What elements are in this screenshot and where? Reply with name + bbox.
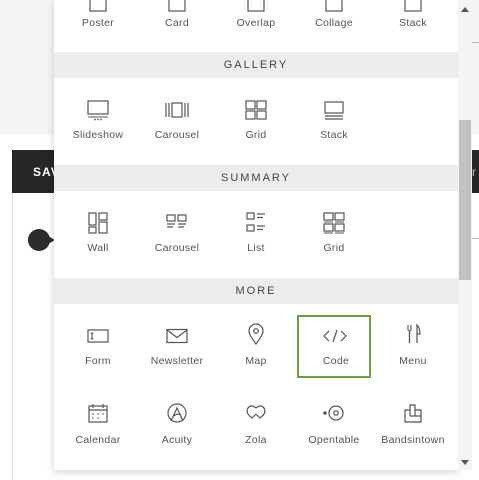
scrollbar[interactable] [458, 0, 472, 470]
block-summary-list[interactable]: List [214, 204, 298, 274]
block-picker-panel: Poster Card Overlap Collage Stack GALLER… [54, 0, 458, 470]
block-summary-wall[interactable]: Wall [56, 204, 140, 274]
list-icon [241, 212, 271, 234]
block-more-acuity[interactable]: Acuity [135, 397, 219, 467]
block-label: Overlap [236, 17, 276, 29]
block-label: Zola [245, 434, 267, 446]
divider [12, 193, 13, 480]
calendar-icon [83, 402, 113, 424]
poster-icon [83, 0, 113, 14]
block-gallery-carousel[interactable]: Carousel [135, 91, 219, 161]
block-more-map[interactable]: Map [214, 318, 298, 388]
block-label: Poster [81, 17, 115, 29]
block-label: Collage [315, 17, 353, 29]
block-label: Code [322, 355, 350, 367]
block-gallery-grid[interactable]: Grid [214, 91, 298, 161]
section-header-more: MORE [54, 278, 458, 304]
block-collage[interactable]: Collage [292, 0, 376, 50]
block-stack[interactable]: Stack [371, 0, 455, 50]
scrollbar-thumb[interactable] [459, 120, 471, 280]
block-more-newsletter[interactable]: Newsletter [135, 318, 219, 388]
card-icon [162, 0, 192, 14]
form-icon [83, 325, 113, 347]
block-overlap[interactable]: Overlap [214, 0, 298, 50]
divider [472, 238, 479, 239]
overlap-icon [241, 0, 271, 14]
block-label: Wall [87, 242, 109, 254]
scroll-up-arrow-icon[interactable] [461, 7, 469, 12]
carousel-icon [162, 212, 192, 234]
toolbar-right-label: r [472, 165, 476, 179]
section-header-gallery: GALLERY [54, 52, 458, 78]
opentable-icon [319, 402, 349, 424]
bandsintown-icon [398, 402, 428, 424]
block-label: Newsletter [150, 355, 204, 367]
block-label: List [247, 242, 265, 254]
stack-icon [398, 0, 428, 14]
carousel-icon [162, 99, 192, 121]
block-more-bandsintown[interactable]: Bandsintown [371, 397, 455, 467]
block-label: Grid [245, 129, 267, 141]
block-label: Form [85, 355, 111, 367]
grid-icon [319, 212, 349, 234]
block-label: Grid [323, 242, 345, 254]
block-label: Carousel [154, 242, 200, 254]
acuity-icon [162, 402, 192, 424]
block-label: Opentable [308, 434, 360, 446]
block-summary-grid[interactable]: Grid [292, 204, 376, 274]
block-more-zola[interactable]: Zola [214, 397, 298, 467]
block-poster[interactable]: Poster [56, 0, 140, 50]
block-summary-carousel[interactable]: Carousel [135, 204, 219, 274]
block-gallery-slideshow[interactable]: Slideshow [56, 91, 140, 161]
envelope-icon [162, 325, 192, 347]
wall-icon [83, 212, 113, 234]
block-gallery-stack[interactable]: Stack [292, 91, 376, 161]
block-label: Stack [399, 17, 427, 29]
block-label: Stack [320, 129, 348, 141]
stack-icon [319, 99, 349, 121]
block-label: Map [245, 355, 267, 367]
fork-knife-icon [398, 323, 428, 345]
block-card[interactable]: Card [135, 0, 219, 50]
block-label: Card [165, 17, 189, 29]
insert-point-icon[interactable] [28, 229, 55, 251]
map-pin-icon [241, 323, 271, 345]
block-label: Bandsintown [381, 434, 445, 446]
section-header-summary: SUMMARY [54, 165, 458, 191]
block-label: Carousel [154, 129, 200, 141]
code-icon [320, 325, 350, 347]
grid-icon [241, 99, 271, 121]
block-label: Calendar [75, 434, 121, 446]
scroll-down-arrow-icon[interactable] [461, 460, 469, 465]
block-more-calendar[interactable]: Calendar [56, 397, 140, 467]
block-more-menu[interactable]: Menu [371, 318, 455, 388]
slideshow-icon [83, 99, 113, 121]
block-label: Menu [399, 355, 427, 367]
divider [472, 42, 479, 43]
collage-icon [319, 0, 349, 14]
block-label: Slideshow [72, 129, 124, 141]
block-more-code[interactable]: Code [297, 315, 371, 378]
block-more-opentable[interactable]: Opentable [292, 397, 376, 467]
block-label: Acuity [161, 434, 193, 446]
block-more-form[interactable]: Form [56, 318, 140, 388]
zola-rings-icon [241, 402, 271, 424]
